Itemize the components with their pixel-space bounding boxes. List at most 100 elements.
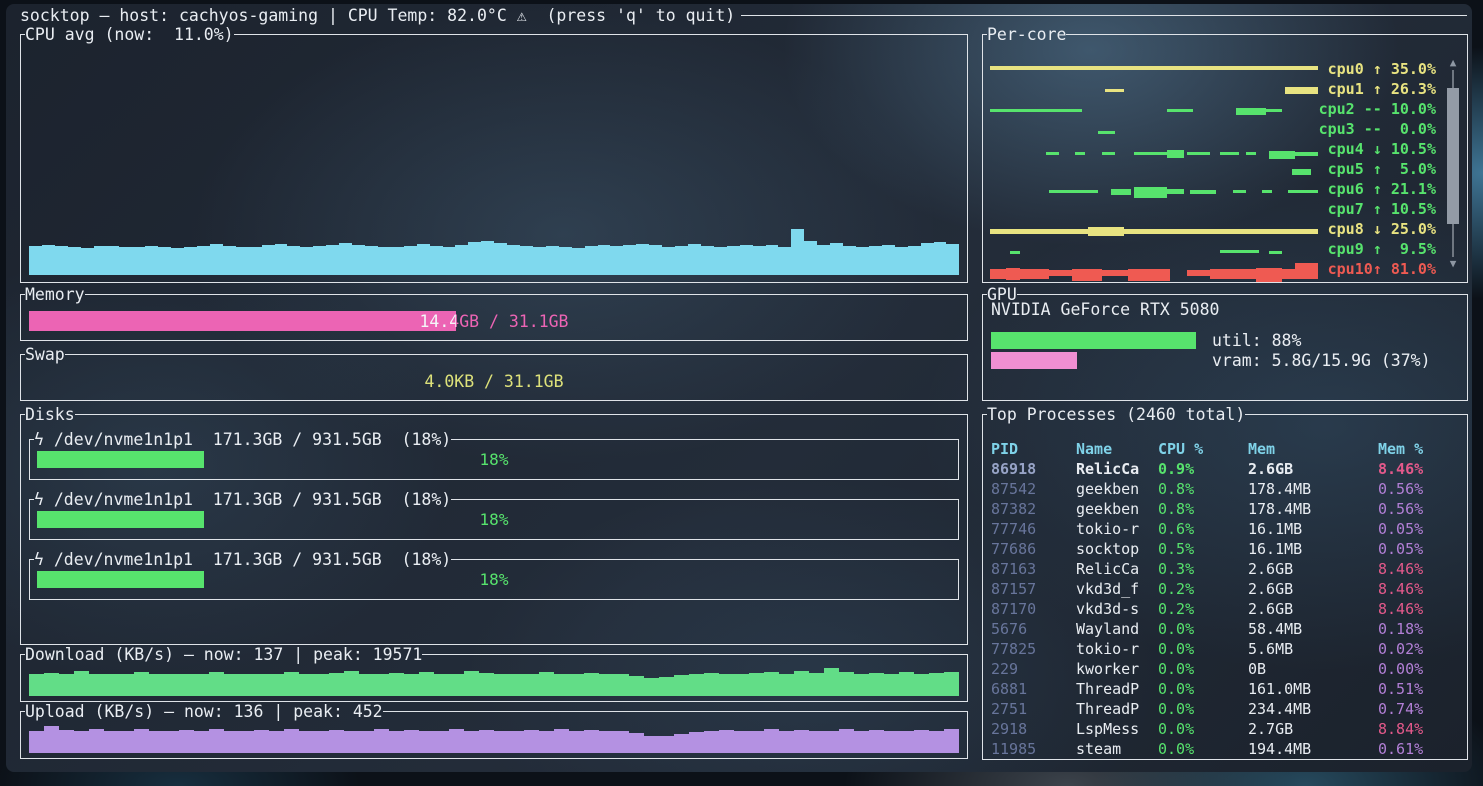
process-name: kworker xyxy=(1076,659,1158,679)
process-mem-pct: 0.61% xyxy=(1378,739,1461,759)
history-bar xyxy=(727,246,740,275)
sparkline-segment xyxy=(1111,189,1131,195)
sparkline-segment xyxy=(1105,89,1125,92)
history-bar xyxy=(464,671,479,696)
process-row[interactable]: 87170vkd3d-s0.2%2.6GB8.46% xyxy=(991,599,1461,619)
process-row[interactable]: 87382geekben0.8%178.4MB0.56% xyxy=(991,499,1461,519)
process-mem-pct: 0.05% xyxy=(1378,519,1461,539)
history-bar xyxy=(629,733,644,753)
download-history-chart xyxy=(29,666,959,696)
disk-usage-percent: 18% xyxy=(30,571,958,588)
process-mem: 178.4MB xyxy=(1248,479,1378,499)
history-bar xyxy=(584,730,599,753)
column-header[interactable]: Name xyxy=(1076,439,1158,459)
process-row[interactable]: 2918LspMess0.0%2.7GB8.84% xyxy=(991,719,1461,739)
sparkline-segment xyxy=(1088,227,1124,236)
history-bar xyxy=(559,247,572,275)
history-bar xyxy=(329,673,344,696)
cpu-avg-panel: CPU avg (now: 11.0%) xyxy=(20,35,968,283)
process-row[interactable]: 6881ThreadP0.0%161.0MB0.51% xyxy=(991,679,1461,699)
history-bar xyxy=(533,247,546,275)
process-mem-pct: 0.18% xyxy=(1378,619,1461,639)
column-header[interactable]: PID xyxy=(991,439,1076,459)
process-pid: 77746 xyxy=(991,519,1076,539)
history-bar xyxy=(443,247,456,275)
core-label: cpu7 ↑ 10.5% xyxy=(1328,199,1436,219)
per-core-scrollbar[interactable]: ▲ ▼ xyxy=(1446,56,1460,271)
history-bar xyxy=(464,731,479,754)
download-panel: Download (KB/s) — now: 137 | peak: 19571 xyxy=(20,655,968,702)
process-row[interactable]: 5676Wayland0.0%58.4MB0.18% xyxy=(991,619,1461,639)
swap-usage-label: 4.0KB / 31.1GB xyxy=(29,371,959,391)
history-bar xyxy=(675,246,688,275)
history-bar xyxy=(546,246,559,275)
core-row: cpu0 ↑ 35.0% xyxy=(990,59,1460,79)
column-header[interactable]: CPU % xyxy=(1158,439,1248,459)
process-row[interactable]: 77686socktop0.5%16.1MB0.05% xyxy=(991,539,1461,559)
history-bar xyxy=(449,674,464,697)
process-row[interactable]: 87157vkd3d_f0.2%2.6GB8.46% xyxy=(991,579,1461,599)
process-row[interactable]: 229kworker0.0%0B0.00% xyxy=(991,659,1461,679)
process-row[interactable]: 77746tokio-r0.6%16.1MB0.05% xyxy=(991,519,1461,539)
scroll-down-icon[interactable]: ▼ xyxy=(1450,257,1457,271)
history-bar xyxy=(766,245,779,275)
swap-gauge: 4.0KB / 31.1GB xyxy=(29,371,959,391)
history-bar xyxy=(374,729,389,753)
history-bar xyxy=(719,730,734,753)
process-pid: 77825 xyxy=(991,639,1076,659)
disk-item: ϟ /dev/nvme1n1p1 171.3GB / 931.5GB (18%)… xyxy=(29,500,959,540)
core-row: cpu4 ↓ 10.5% xyxy=(990,139,1460,159)
history-bar xyxy=(59,730,74,753)
scrollbar-thumb[interactable] xyxy=(1447,88,1459,224)
process-row[interactable]: 2751ThreadP0.0%234.4MB0.74% xyxy=(991,699,1461,719)
swap-title: Swap xyxy=(25,346,65,363)
socktop-app: socktop — host: cachyos-gaming | CPU Tem… xyxy=(0,0,1483,786)
history-bar xyxy=(674,734,689,754)
process-mem-pct: 0.74% xyxy=(1378,699,1461,719)
process-cpu: 0.0% xyxy=(1158,679,1248,699)
history-bar xyxy=(882,245,895,275)
sparkline-segment xyxy=(1102,152,1115,155)
sparkline-segment xyxy=(990,109,1082,112)
swap-panel: Swap 4.0KB / 31.1GB xyxy=(20,355,968,401)
process-table-header: PIDNameCPU %MemMem % xyxy=(991,439,1461,459)
process-pid: 2918 xyxy=(991,719,1076,739)
history-bar xyxy=(944,672,959,696)
process-row[interactable]: 11985steam0.0%194.4MB0.61% xyxy=(991,739,1461,759)
history-bar xyxy=(194,731,209,754)
process-cpu: 0.0% xyxy=(1158,699,1248,719)
history-bar xyxy=(239,674,254,696)
history-bar xyxy=(74,731,89,754)
process-mem: 16.1MB xyxy=(1248,519,1378,539)
history-bar xyxy=(629,676,644,696)
history-bar xyxy=(378,247,391,275)
history-bar xyxy=(389,731,404,754)
core-row: cpu9 ↑ 9.5% xyxy=(990,239,1460,259)
history-bar xyxy=(184,247,197,275)
history-bar xyxy=(239,731,254,754)
scrollbar-track[interactable] xyxy=(1446,70,1460,257)
history-bar xyxy=(389,673,404,696)
process-row[interactable]: 87163RelicCa0.3%2.6GB8.46% xyxy=(991,559,1461,579)
column-header[interactable]: Mem xyxy=(1248,439,1378,459)
sparkline-segment xyxy=(1128,269,1171,281)
sparkline-segment xyxy=(1124,229,1154,234)
history-bar xyxy=(599,731,614,753)
history-bar xyxy=(236,247,249,275)
history-bar xyxy=(843,246,856,275)
core-row: cpu6 ↑ 21.1% xyxy=(990,179,1460,199)
process-pid: 86918 xyxy=(991,459,1076,479)
process-row[interactable]: 77825tokio-r0.0%5.6MB0.02% xyxy=(991,639,1461,659)
title-bar: socktop — host: cachyos-gaming | CPU Tem… xyxy=(20,7,1467,24)
process-row[interactable]: 86918RelicCa0.9%2.6GB8.46% xyxy=(991,459,1461,479)
history-bar xyxy=(74,671,89,696)
scroll-up-icon[interactable]: ▲ xyxy=(1450,56,1457,70)
memory-title: Memory xyxy=(25,286,85,303)
history-bar xyxy=(300,247,313,275)
column-header[interactable]: Mem % xyxy=(1378,439,1461,459)
history-bar xyxy=(479,673,494,696)
history-bar xyxy=(179,730,194,753)
history-bar xyxy=(119,731,134,753)
history-bar xyxy=(734,674,749,696)
process-row[interactable]: 87542geekben0.8%178.4MB0.56% xyxy=(991,479,1461,499)
